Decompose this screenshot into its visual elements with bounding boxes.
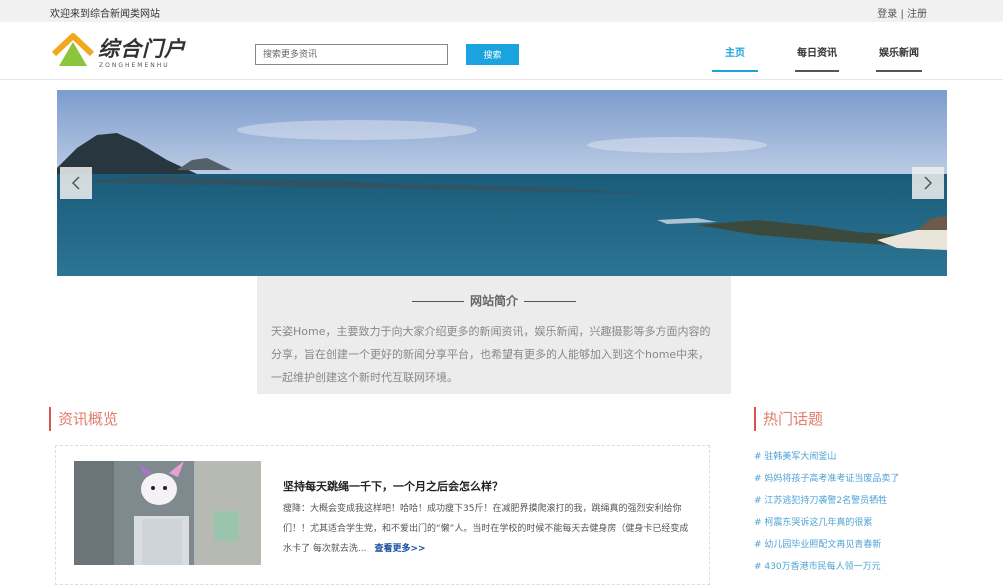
banner-prev-button[interactable] bbox=[60, 167, 92, 199]
top-bar: 欢迎来到综合新闻类网站 登录 | 注册 bbox=[0, 0, 1003, 22]
house-logo-icon bbox=[52, 33, 94, 66]
site-intro-box: 网站简介 天姿Home，主要致力于向大家介绍更多的新闻资讯，娱乐新闻，兴趣摄影等… bbox=[257, 276, 731, 394]
article-summary: 瘦降：大概会变成我这样吧！哈哈！成功瘦下35斤！在减肥界摸爬滚打的我，跳绳真的强… bbox=[283, 499, 693, 559]
site-header: 综合门户 ZONGHEMENHU 搜索 主页 每日资讯 娱乐新闻 bbox=[0, 22, 1003, 80]
auth-links: 登录 | 注册 bbox=[877, 5, 927, 20]
hot-topic-item[interactable]: # 柯震东哭诉这几年真的很累 bbox=[754, 512, 954, 534]
search-button[interactable]: 搜索 bbox=[466, 44, 519, 65]
banner-seascape-image bbox=[57, 90, 947, 276]
article-summary-text: 瘦降：大概会变成我这样吧！哈哈！成功瘦下35斤！在减肥界摸爬滚打的我，跳绳真的强… bbox=[283, 504, 689, 554]
chevron-left-icon bbox=[71, 176, 80, 190]
article-headline[interactable]: 坚持每天跳绳一千下，一个月之后会怎么样？ bbox=[283, 478, 503, 494]
register-link[interactable]: 注册 bbox=[907, 9, 927, 20]
news-section-title: 资讯概览 bbox=[49, 407, 118, 431]
welcome-text: 欢迎来到综合新闻类网站 bbox=[50, 9, 160, 20]
nav-entertainment[interactable]: 娱乐新闻 bbox=[876, 44, 922, 59]
article-card[interactable]: 坚持每天跳绳一千下，一个月之后会怎么样？ 瘦降：大概会变成我这样吧！哈哈！成功瘦… bbox=[55, 445, 710, 585]
intro-title: 网站简介 bbox=[469, 294, 518, 308]
hot-topic-item[interactable]: # 幼儿园毕业照配文再见青春新 bbox=[754, 534, 954, 556]
logo-brand-text: 综合门户 bbox=[98, 36, 186, 61]
hot-section-title: 热门话题 bbox=[754, 407, 823, 431]
nav-entertainment-underline bbox=[876, 70, 922, 72]
article-photo-image bbox=[74, 461, 261, 565]
read-more-link[interactable]: 查看更多>> bbox=[374, 544, 425, 554]
nav-home[interactable]: 主页 bbox=[712, 44, 758, 59]
login-link[interactable]: 登录 bbox=[877, 9, 897, 20]
article-thumbnail[interactable] bbox=[74, 461, 261, 565]
nav-home-underline bbox=[712, 70, 758, 72]
hot-topic-item[interactable]: # 驻韩美军大闹釜山 bbox=[754, 446, 954, 468]
search-input[interactable] bbox=[255, 44, 448, 65]
hot-topic-item[interactable]: # 430万香港市民每人领一万元 bbox=[754, 556, 954, 578]
hot-topic-item[interactable]: # 妈妈将孩子高考准考证当废品卖了 bbox=[754, 468, 954, 490]
banner-next-button[interactable] bbox=[912, 167, 944, 199]
nav-daily-news[interactable]: 每日资讯 bbox=[795, 44, 839, 59]
banner-carousel[interactable] bbox=[57, 90, 947, 276]
chevron-right-icon bbox=[924, 176, 933, 190]
logo-pinyin: ZONGHEMENHU bbox=[99, 62, 170, 69]
auth-separator: | bbox=[897, 9, 907, 20]
site-logo[interactable]: 综合门户 ZONGHEMENHU bbox=[52, 32, 192, 72]
intro-title-row: 网站简介 bbox=[257, 292, 731, 309]
intro-title-divider-left bbox=[411, 301, 464, 302]
hot-topic-item[interactable]: # 江苏逃犯持刀袭警2名警员牺牲 bbox=[754, 490, 954, 512]
intro-title-divider-right bbox=[524, 301, 576, 302]
hot-topics-list: # 驻韩美军大闹釜山 # 妈妈将孩子高考准考证当废品卖了 # 江苏逃犯持刀袭警2… bbox=[754, 446, 954, 578]
intro-text: 天姿Home，主要致力于向大家介绍更多的新闻资讯，娱乐新闻，兴趣摄影等多方面内容… bbox=[271, 325, 711, 384]
nav-daily-underline bbox=[795, 70, 839, 72]
